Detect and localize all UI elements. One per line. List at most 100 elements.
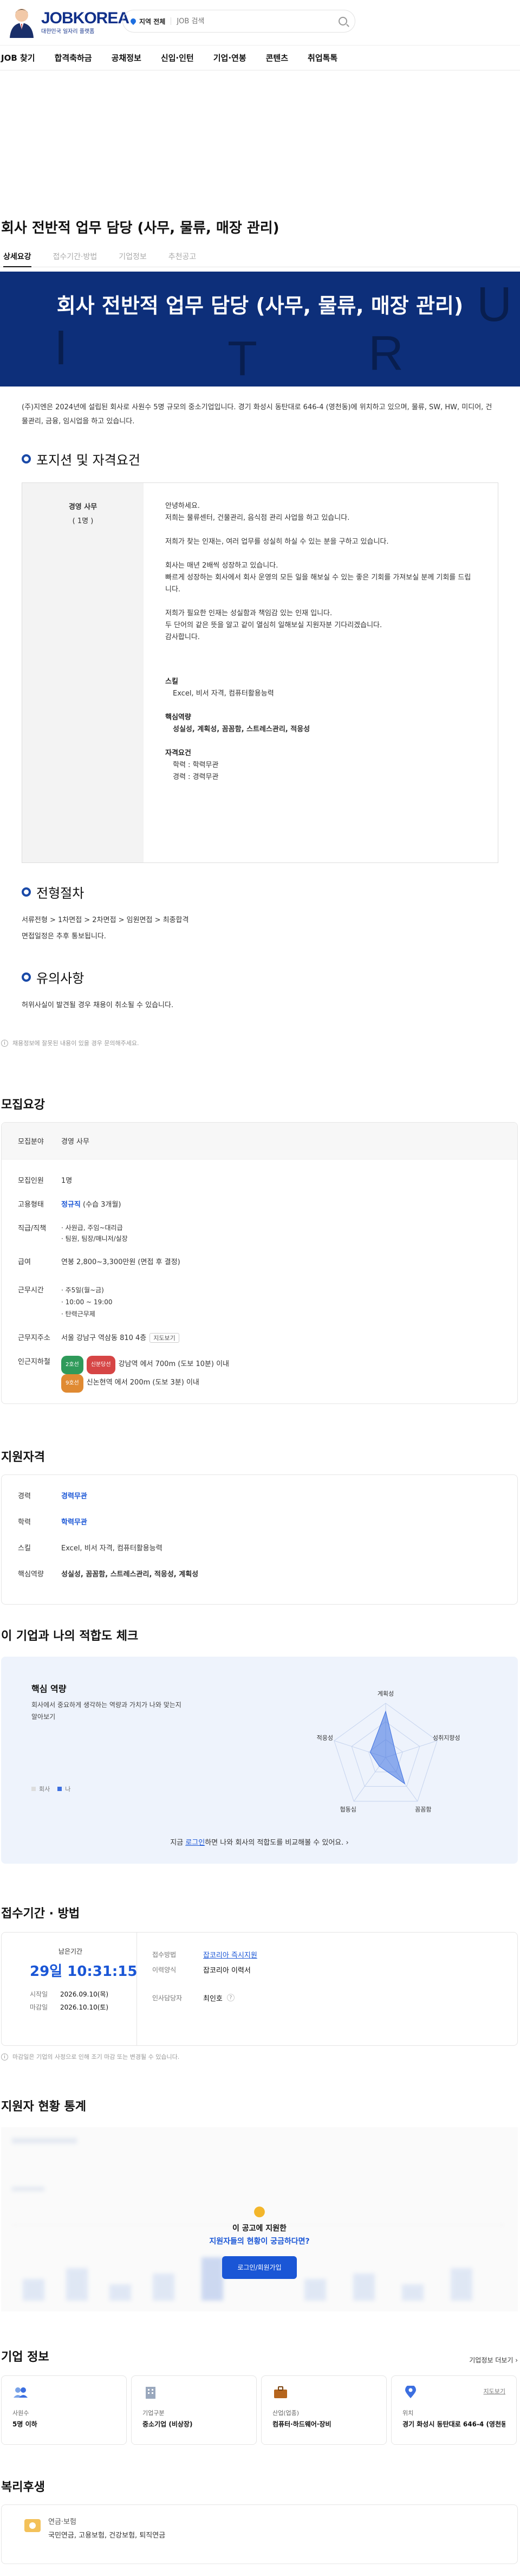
job-title: 회사 전반적 업무 담당 (사무, 물류, 매장 관리)	[1, 220, 280, 236]
stats-overlay: ● 이 공고에 지원한 지원자들의 현황이 궁금하다면? 로그인/회원가입	[1, 2203, 518, 2279]
qualify-row: 경력 경력무관	[2, 1490, 517, 1516]
nav-hiring-bonus[interactable]: 합격축하금	[55, 52, 92, 63]
recruit-key: 직급/직책	[18, 1225, 47, 1233]
nav-newcomer-intern[interactable]: 신입·인턴	[161, 52, 194, 63]
position-heading-text: 포지션 및 자격요건	[36, 453, 140, 468]
company-header: 기업 정보 기업정보 더보기 ›	[1, 2347, 518, 2365]
company-more-link[interactable]: 기업정보 더보기 ›	[469, 2355, 518, 2365]
worktime-item: · 10:00 ~ 19:00	[61, 1298, 113, 1306]
employment-type: 정규직	[61, 1201, 81, 1209]
ring-bullet-icon	[22, 887, 31, 897]
contact-value: 최인호	[203, 1994, 223, 2003]
recruit-row: 고용형태 정규직 (수습 3개월)	[2, 1199, 517, 1222]
recruit-key: 근무시간	[18, 1286, 44, 1295]
skill-label: 스킬	[165, 678, 178, 686]
process-note: 면접일정은 추후 통보됩니다.	[22, 932, 106, 941]
briefcase-icon	[274, 2386, 287, 2398]
start-label: 시작일	[30, 1991, 48, 1998]
employment-extra: (수습 3개월)	[83, 1201, 121, 1209]
end-row: 마감일 2026.10.10(토)	[30, 2001, 136, 2014]
caution-heading-text: 유의사항	[36, 971, 84, 986]
search-input[interactable]	[177, 17, 339, 25]
job-banner: I T R U 회사 전반적 업무 담당 (사무, 물류, 매장 관리)	[0, 272, 520, 387]
legend-swatch-me	[57, 1787, 62, 1791]
search-icon[interactable]	[339, 17, 347, 25]
transit-text: 강남역 에서 700m (도보 10분) 이내	[118, 1360, 230, 1368]
end-label: 마감일	[30, 2004, 48, 2011]
region-selector[interactable]: 지역 전체	[129, 17, 165, 26]
nav-company-salary[interactable]: 기업·연봉	[213, 52, 246, 63]
fit-cta: 지금 로그인하면 나와 회사의 적합도를 비교해볼 수 있어요. ›	[1, 1837, 518, 1847]
recruit-key: 인근지하철	[18, 1358, 50, 1366]
card-label: 산업(업종)	[272, 2410, 300, 2417]
welfare-card: 연금·보험 국민연금, 고용보험, 건강보험, 퇴직연금	[1, 2504, 518, 2564]
recruit-key: 고용형태	[18, 1201, 44, 1209]
form-label: 이력양식	[152, 1966, 177, 1974]
banner-title: 회사 전반적 업무 담당 (사무, 물류, 매장 관리)	[56, 294, 464, 318]
disclaimer-text: 채용정보에 잘못된 내용이 있을 경우 문의해주세요.	[12, 1040, 139, 1047]
start-value: 2026.09.10(목)	[60, 1991, 109, 1998]
banner-decoration: R	[368, 326, 404, 381]
detail-tabs: 상세요강 접수기간·방법 기업정보 추천공고	[0, 251, 520, 267]
mascot-icon	[6, 5, 37, 38]
nav-contents[interactable]: 콘텐츠	[266, 52, 288, 63]
login-link[interactable]: 로그인	[185, 1839, 205, 1847]
welfare-title: 복리후생	[1, 2481, 45, 2494]
desc-line: 회사는 매년 2배씩 성장하고 있습니다.	[165, 562, 278, 570]
deadline-note-text: 마감일은 기업의 사정으로 인해 조기 마감 또는 변경될 수 있습니다.	[12, 2053, 180, 2060]
disclaimer: i 채용정보에 잘못된 내용이 있을 경우 문의해주세요.	[1, 1039, 520, 1047]
logo[interactable]: JOBKOREA 대한민국 일자리 플랫폼	[6, 5, 129, 38]
login-signup-button[interactable]: 로그인/회원가입	[222, 2256, 297, 2279]
tab-recommend[interactable]: 추천공고	[168, 251, 197, 267]
process-info: 서류전형 > 1차면접 > 2차면접 > 임원면접 > 최종합격 면접일정은 추…	[22, 912, 520, 945]
position-description: 안녕하세요. 저희는 물류센터, 건물관리, 음식점 관리 사업을 하고 있습니…	[144, 483, 498, 862]
recruit-row: 인근지하철 2호선 신분당선 강남역 에서 700m (도보 10분) 이내 9호선…	[2, 1356, 517, 1394]
nav-public-recruit[interactable]: 공채정보	[112, 52, 141, 63]
core-value: 성실성, 계획성, 꼼꼼함, 스트레스관리, 적응성	[173, 725, 310, 733]
deadline-note: i 마감일은 기업의 사정으로 인해 조기 마감 또는 변경될 수 있습니다.	[1, 2052, 520, 2061]
qualify-key: 경력	[18, 1492, 31, 1500]
start-row: 시작일 2026.09.10(목)	[30, 1988, 136, 2001]
fit-description: 회사에서 중요하게 생각하는 역량과 가치가 나와 맞는지 알아보기	[31, 1701, 181, 1721]
card-value: 중소기업 (비상장)	[142, 2420, 193, 2428]
nav-job-search[interactable]: JOB 찾기	[1, 52, 35, 63]
radar-axis-label: 성취지향성	[433, 1735, 460, 1742]
tab-company[interactable]: 기업정보	[119, 251, 147, 267]
recruit-header-row: 모집분야 경영 사무	[2, 1123, 517, 1160]
qualify-val: 성실성, 꼼꼼함, 스트레스관리, 적응성, 계획성	[61, 1570, 199, 1579]
desc-line: 저희가 찾는 인재는, 여러 업무를 성실히 하실 수 있는 분을 구하고 있습…	[165, 538, 389, 546]
help-icon[interactable]: ?	[226, 1994, 235, 2001]
qualification-item: 경력 : 경력무관	[173, 773, 219, 781]
location-icon	[405, 2385, 416, 2398]
desc-line: 저희가 필요한 인재는 성실함과 책임감 있는 인재 입니다.	[165, 609, 333, 617]
banner-decoration: I	[54, 321, 68, 375]
overlay-text-highlight: 지원자들의 현황이 궁금하다면?	[209, 2237, 310, 2246]
transit-item: 2호선 신분당선 강남역 에서 700m (도보 10분) 이내	[61, 1356, 517, 1374]
card-value: 경기 화성시 동탄대로 646-4 (영천동)	[402, 2420, 505, 2428]
process-steps: 서류전형 > 1차면접 > 2차면접 > 임원면접 > 최종합격	[22, 916, 189, 924]
deadline-remaining: 남은기간 29일 10:31:15 시작일 2026.09.10(목) 마감일 …	[2, 1933, 138, 2045]
line-tag: 9호선	[61, 1374, 83, 1393]
position-name-cell: 경영 사무 ( 1명 )	[22, 483, 144, 862]
tab-deadline[interactable]: 접수기간·방법	[53, 251, 98, 267]
apply-link[interactable]: 잡코리아 즉시지원	[203, 1949, 257, 1960]
qualify-card: 경력 경력무관 학력 학력무관 스킬 Excel, 비서 자격, 컴퓨터활용능력…	[1, 1474, 518, 1605]
qualify-key: 학력	[18, 1518, 31, 1527]
desc-line: 감사합니다.	[165, 633, 200, 641]
recruit-key: 근무지주소	[18, 1334, 50, 1342]
info-icon: i	[1, 2053, 8, 2060]
recruit-row: 급여 연봉 2,800~3,300만원 (면접 후 결정)	[2, 1256, 517, 1284]
location-map-link[interactable]: 지도보기	[484, 2387, 505, 2395]
nav-job-talk[interactable]: 취업톡톡	[308, 52, 337, 63]
recruit-row: 근무시간 · 주5일(월~금) · 10:00 ~ 19:00 · 탄력근무제	[2, 1284, 517, 1332]
company-card-location: 지도보기 위치 경기 화성시 동탄대로 646-4 (영천동)	[391, 2375, 517, 2445]
qualify-row: 학력 학력무관	[2, 1516, 517, 1542]
map-button[interactable]: 지도보기	[150, 1333, 179, 1343]
position-table: 경영 사무 ( 1명 ) 안녕하세요. 저희는 물류센터, 건물관리, 음식점 …	[22, 482, 498, 863]
recruit-card: 모집분야 경영 사무 모집인원 1명 고용형태 정규직 (수습 3개월) 직급/…	[1, 1122, 518, 1404]
skill-value: Excel, 비서 자격, 컴퓨터활용능력	[173, 690, 274, 698]
process-heading: 전형절차	[22, 883, 520, 901]
desc-line: 안녕하세요.	[165, 502, 200, 510]
tab-detail[interactable]: 상세요강	[3, 251, 31, 267]
logo-wordmark: JOBKOREA	[41, 9, 129, 27]
